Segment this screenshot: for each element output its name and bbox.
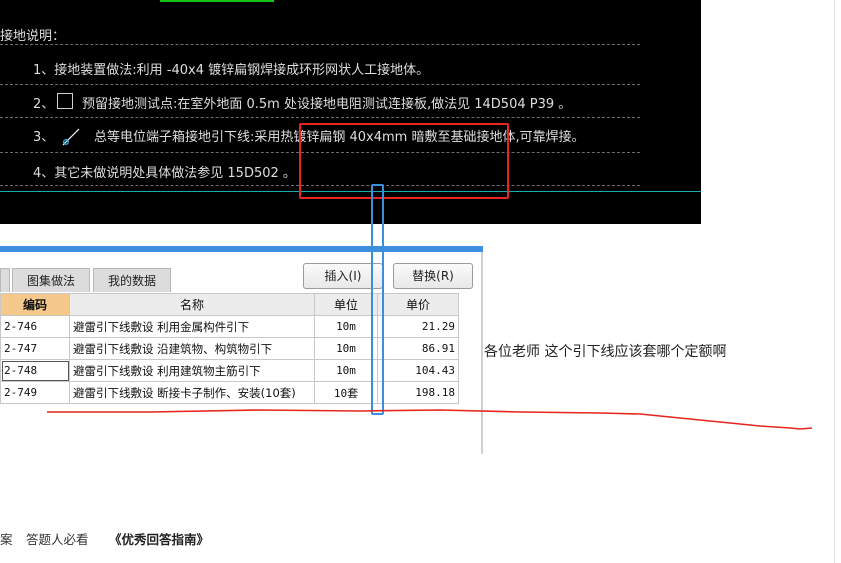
red-underline-annotation [47, 409, 813, 430]
bottom-link-partial[interactable]: 案 [0, 529, 13, 548]
bottom-link-must-read[interactable]: 答题人必看 [26, 529, 89, 548]
question-text: 各位老师 这个引下线应该套哪个定额啊 [484, 344, 727, 360]
bottom-link-answer-guide[interactable]: 《优秀回答指南》 [109, 529, 209, 548]
